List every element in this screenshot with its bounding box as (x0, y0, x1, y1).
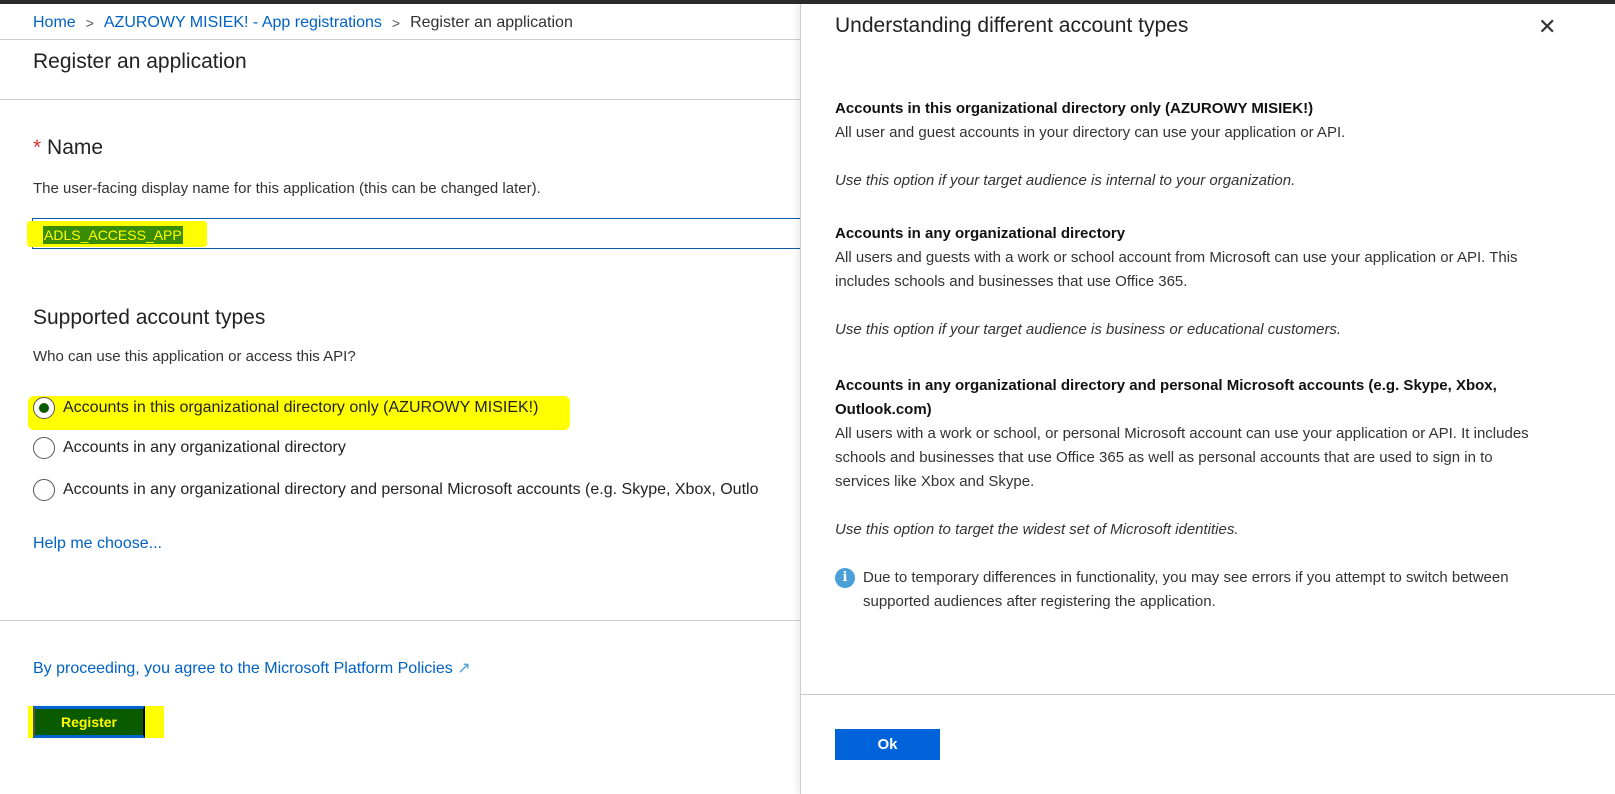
radio-single-tenant[interactable]: Accounts in this organizational director… (33, 397, 538, 419)
section-note: Use this option if your target audience … (835, 321, 1342, 338)
platform-policies-text: By proceeding, you agree to the Microsof… (33, 660, 453, 677)
account-types-panel: Understanding different account types ✕ … (800, 4, 1615, 794)
panel-section: Accounts in this organizational director… (835, 97, 1535, 193)
account-types-question: Who can use this application or access t… (33, 348, 356, 365)
radio-multi-tenant[interactable]: Accounts in any organizational directory (33, 437, 346, 459)
required-mark: * (33, 136, 42, 159)
account-types-label: Supported account types (33, 306, 266, 329)
help-me-choose-link[interactable]: Help me choose... (33, 535, 162, 553)
divider (0, 99, 800, 100)
section-heading: Accounts in any organizational directory… (835, 377, 1497, 418)
breadcrumb-current: Register an application (410, 14, 573, 31)
divider (0, 620, 800, 621)
name-input[interactable]: ADLS_ACCESS_APP (27, 218, 812, 249)
name-description: The user-facing display name for this ap… (33, 180, 541, 197)
radio-empty-icon (33, 479, 55, 501)
radio-multi-tenant-personal[interactable]: Accounts in any organizational directory… (33, 479, 758, 501)
chevron-right-icon: > (85, 15, 94, 31)
breadcrumb-app-registrations[interactable]: AZUROWY MISIEK! - App registrations (104, 14, 382, 32)
register-form: Home > AZUROWY MISIEK! - App registration… (0, 4, 812, 794)
section-note: Use this option if your target audience … (835, 172, 1296, 189)
divider (801, 694, 1615, 695)
info-text: Due to temporary differences in function… (863, 569, 1509, 610)
radio-empty-icon (33, 437, 55, 459)
chevron-right-icon: > (391, 15, 401, 31)
external-link-icon: ↗ (457, 660, 471, 677)
radio-label: Accounts in any organizational directory… (63, 481, 759, 498)
radio-selected-icon (33, 397, 55, 419)
ok-button[interactable]: Ok (835, 729, 940, 760)
close-icon[interactable]: ✕ (1538, 14, 1556, 40)
name-input-value: ADLS_ACCESS_APP (43, 226, 183, 244)
panel-section: Accounts in any organizational directory… (835, 222, 1535, 342)
radio-label: Accounts in any organizational directory (63, 439, 346, 456)
info-icon: i (835, 568, 855, 588)
section-note: Use this option to target the widest set… (835, 521, 1239, 538)
section-body: All user and guest accounts in your dire… (835, 124, 1346, 141)
panel-title: Understanding different account types (835, 14, 1189, 37)
register-button[interactable]: Register (33, 706, 145, 738)
radio-label: Accounts in this organizational director… (63, 399, 539, 416)
name-label: * Name (33, 136, 103, 160)
section-heading: Accounts in this organizational director… (835, 100, 1314, 117)
panel-section: Accounts in any organizational directory… (835, 374, 1535, 542)
info-message: i Due to temporary differences in functio… (835, 566, 1515, 614)
platform-policies-link[interactable]: By proceeding, you agree to the Microsof… (33, 658, 471, 678)
section-body: All users and guests with a work or scho… (835, 249, 1518, 290)
section-body: All users with a work or school, or pers… (835, 425, 1529, 490)
page-title: Register an application (33, 50, 247, 73)
breadcrumb-home[interactable]: Home (33, 14, 76, 32)
section-heading: Accounts in any organizational directory (835, 225, 1126, 242)
name-label-text: Name (47, 136, 104, 159)
divider (0, 39, 800, 40)
breadcrumb: Home > AZUROWY MISIEK! - App registration… (33, 14, 573, 32)
